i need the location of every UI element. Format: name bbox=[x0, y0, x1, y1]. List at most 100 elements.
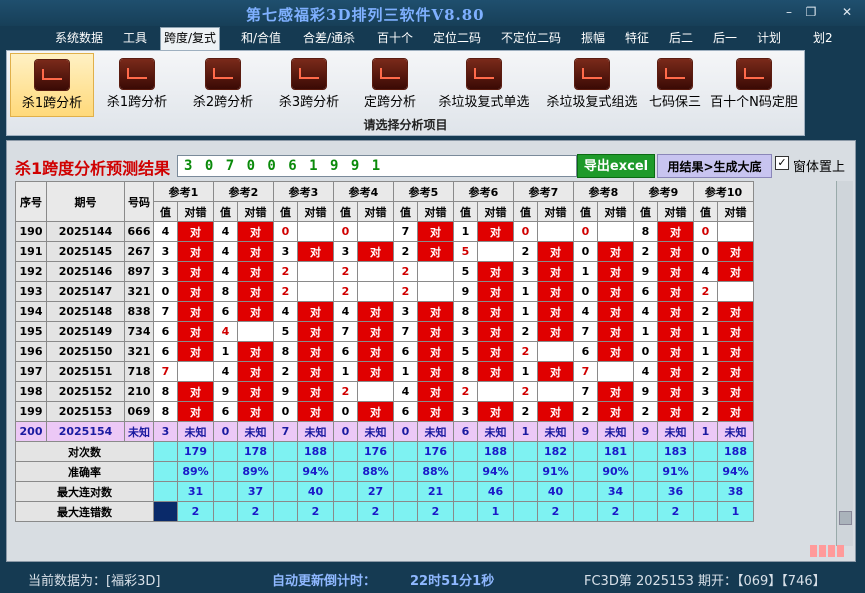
close-button[interactable]: ✕ bbox=[838, 4, 856, 20]
ribbon-button-kill3-span[interactable]: 杀3跨分析 bbox=[269, 53, 349, 117]
table-row[interactable]: 198 2025152 210 8 对 9 对 9 对 2 4 对 2 2 7 对 9 对 3 对 bbox=[15, 381, 754, 402]
cell-hit: 对 bbox=[537, 261, 574, 282]
table-row-pending[interactable]: 200 2025154 未知 3 未知 0 未知 7 未知 0 未知 0 未知 6 未知 1 未知 9 未知 9 未知 1… bbox=[15, 421, 754, 442]
cell-value: 2 bbox=[453, 381, 478, 402]
ribbon-button-junk-group[interactable]: 杀垃圾复式组选 bbox=[539, 53, 645, 117]
cell-miss bbox=[417, 261, 454, 282]
stat-spacer bbox=[393, 441, 418, 462]
table-row[interactable]: 191 2025145 267 3 对 4 对 3 对 3 对 2 对 5 2 对 0 对 2 对 0 对 bbox=[15, 241, 754, 262]
column-header-ref[interactable]: 参考10 bbox=[693, 181, 754, 202]
stat-spacer bbox=[213, 441, 238, 462]
menu-system-data[interactable]: 系统数据 bbox=[52, 28, 106, 48]
ribbon-button-seven-keep-three[interactable]: 七码保三 bbox=[645, 53, 705, 117]
column-header-ref[interactable]: 参考7 bbox=[513, 181, 574, 202]
cell-value: 1 bbox=[633, 321, 658, 342]
subheader-value: 值 bbox=[633, 201, 658, 222]
cell-unknown: 未知 bbox=[657, 421, 694, 442]
cell-value: 1 bbox=[513, 361, 538, 382]
table-row[interactable]: 194 2025148 838 7 对 6 对 4 对 4 对 3 对 8 对 1 对 4 对 4 对 2 对 bbox=[15, 301, 754, 322]
row-index: 198 bbox=[15, 381, 47, 402]
column-header-ref[interactable]: 参考3 bbox=[273, 181, 334, 202]
table-row[interactable]: 197 2025151 718 7 4 对 2 对 1 对 1 对 8 对 1 对 7 4 对 2 对 bbox=[15, 361, 754, 382]
scrollbar-thumb[interactable] bbox=[839, 511, 852, 525]
result-field[interactable]: 3 0 7 0 0 6 1 9 9 1 bbox=[177, 155, 577, 177]
ribbon-button-kill2-span[interactable]: 杀2跨分析 bbox=[183, 53, 263, 117]
ribbon-button-kill1-span[interactable]: 杀1跨分析 bbox=[97, 53, 177, 117]
menu-nonpositional-two[interactable]: 不定位二码 bbox=[498, 28, 564, 48]
cell-value: 0 bbox=[633, 341, 658, 362]
row-index: 194 bbox=[15, 301, 47, 322]
cell-value: 2 bbox=[513, 341, 538, 362]
menu-tools[interactable]: 工具 bbox=[120, 28, 150, 48]
stat-spacer bbox=[273, 481, 298, 502]
stat-spacer bbox=[153, 441, 178, 462]
cell-hit: 对 bbox=[537, 321, 574, 342]
cell-hit: 对 bbox=[657, 221, 694, 242]
stat-spacer bbox=[453, 441, 478, 462]
stat-spacer bbox=[453, 481, 478, 502]
table-row[interactable]: 195 2025149 734 6 对 4 5 对 7 对 7 对 3 对 2 对 7 对 1 对 1 对 bbox=[15, 321, 754, 342]
stat-spacer bbox=[333, 441, 358, 462]
cell-value: 7 bbox=[393, 321, 418, 342]
menu-span-compound[interactable]: 跨度/复式 bbox=[160, 27, 221, 50]
ribbon-button-n-code[interactable]: 百十个N码定胆 bbox=[707, 53, 801, 117]
column-header-ref[interactable]: 参考9 bbox=[633, 181, 694, 202]
column-header-ref[interactable]: 参考2 bbox=[213, 181, 274, 202]
stat-spacer bbox=[513, 441, 538, 462]
table-row[interactable]: 192 2025146 897 3 对 4 对 2 2 2 5 对 3 对 1 对 9 对 4 对 bbox=[15, 261, 754, 282]
stat-spacer bbox=[333, 461, 358, 482]
table-row[interactable]: 193 2025147 321 0 对 8 对 2 2 2 9 对 1 对 0 对 6 对 2 bbox=[15, 281, 754, 302]
menu-last-one[interactable]: 后一 bbox=[710, 28, 740, 48]
cell-hit: 对 bbox=[237, 261, 274, 282]
cell-value: 4 bbox=[213, 221, 238, 242]
stat-value: 34 bbox=[597, 481, 634, 502]
stat-value: 2 bbox=[357, 501, 394, 522]
ribbon-button-fixed-span[interactable]: 定跨分析 bbox=[355, 53, 425, 117]
results-table: 序号 期号 号码 参考1 参考2 参考3 参考4 参考5 参考6 参考7 参考8 参考9 参考10 值对错… bbox=[15, 181, 754, 522]
cell-value: 1 bbox=[213, 341, 238, 362]
vertical-scrollbar[interactable] bbox=[836, 181, 853, 546]
menu-amplitude[interactable]: 振幅 bbox=[578, 28, 608, 48]
stay-on-top-checkbox[interactable]: ✓ bbox=[775, 156, 789, 170]
cell-value: 1 bbox=[573, 261, 598, 282]
column-header-ref[interactable]: 参考5 bbox=[393, 181, 454, 202]
minimize-button[interactable]: – bbox=[780, 4, 798, 20]
cell-value: 3 bbox=[153, 421, 178, 442]
stat-spacer bbox=[213, 501, 238, 522]
ribbon-button-kill1-span-active[interactable]: 杀1跨分析 bbox=[10, 53, 94, 117]
column-header-ref[interactable]: 参考4 bbox=[333, 181, 394, 202]
menu-features[interactable]: 特征 bbox=[622, 28, 652, 48]
row-number: 267 bbox=[124, 241, 154, 262]
maximize-button[interactable]: ❐ bbox=[802, 4, 820, 20]
cell-value: 4 bbox=[333, 301, 358, 322]
cell-hit: 对 bbox=[477, 221, 514, 242]
table-row[interactable]: 199 2025153 069 8 对 6 对 0 对 0 对 6 对 3 对 2 对 2 对 2 对 2 对 bbox=[15, 401, 754, 422]
row-index: 195 bbox=[15, 321, 47, 342]
column-header-ref[interactable]: 参考8 bbox=[573, 181, 634, 202]
menu-sum-diff[interactable]: 合差/通杀 bbox=[300, 28, 358, 48]
column-header-ref[interactable]: 参考6 bbox=[453, 181, 514, 202]
cell-hit: 对 bbox=[237, 301, 274, 322]
cell-value: 8 bbox=[453, 361, 478, 382]
menu-hundreds-tens-units[interactable]: 百十个 bbox=[374, 28, 416, 48]
status-indicator bbox=[810, 545, 850, 559]
column-header-ref[interactable]: 参考1 bbox=[153, 181, 214, 202]
draw-info: FC3D第 2025153 期开：【069】【746】 bbox=[584, 574, 826, 589]
stat-spacer bbox=[693, 501, 718, 522]
table-row[interactable]: 190 2025144 666 4 对 4 对 0 0 7 对 1 对 0 0 8 对 0 bbox=[15, 221, 754, 242]
menu-sum-value[interactable]: 和/合值 bbox=[238, 28, 284, 48]
menu-last-two[interactable]: 后二 bbox=[666, 28, 696, 48]
cell-value: 2 bbox=[693, 301, 718, 322]
menu-plan-2[interactable]: 划2 bbox=[810, 28, 836, 48]
row-period: 2025144 bbox=[46, 221, 125, 242]
ribbon-button-junk-single[interactable]: 杀垃圾复式单选 bbox=[431, 53, 537, 117]
subheader-result: 对错 bbox=[597, 201, 634, 222]
cell-miss bbox=[537, 341, 574, 362]
subheader-value: 值 bbox=[273, 201, 298, 222]
generate-base-button[interactable]: 用结果>生成大底 bbox=[657, 154, 772, 178]
export-excel-button[interactable]: 导出excel bbox=[577, 154, 655, 178]
table-row[interactable]: 196 2025150 321 6 对 1 对 8 对 6 对 6 对 5 对 2 6 对 0 对 1 对 bbox=[15, 341, 754, 362]
menu-positional-two[interactable]: 定位二码 bbox=[430, 28, 484, 48]
menu-plan[interactable]: 计划 bbox=[754, 28, 784, 48]
row-period: 2025150 bbox=[46, 341, 125, 362]
